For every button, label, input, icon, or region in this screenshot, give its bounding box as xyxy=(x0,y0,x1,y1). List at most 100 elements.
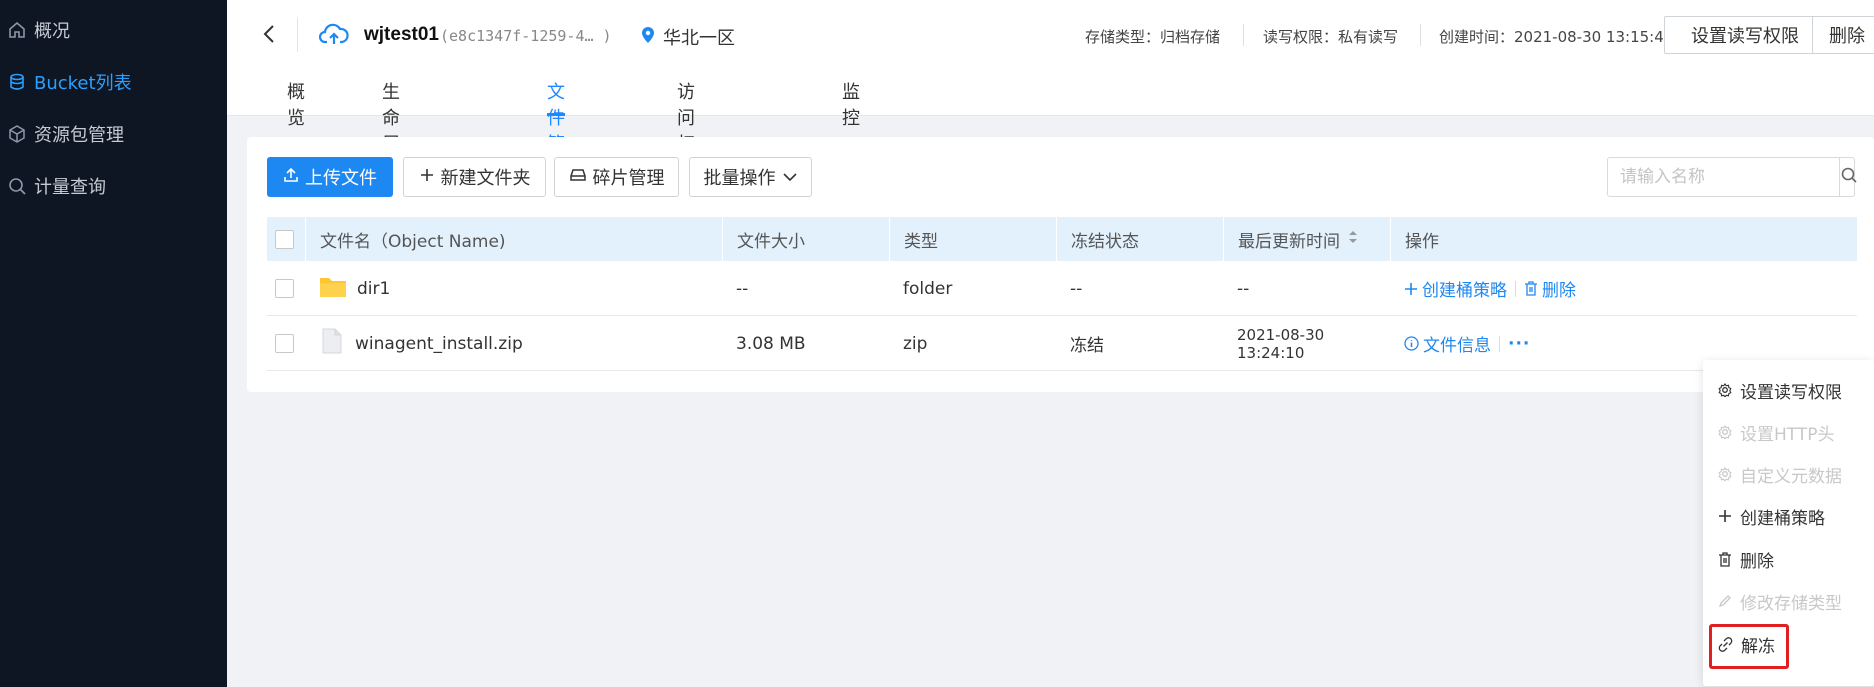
menu-item-change-storage-type[interactable]: 修改存储类型 xyxy=(1718,584,1842,618)
search-box xyxy=(1607,157,1858,197)
file-info-label: 文件信息 xyxy=(1423,336,1491,356)
back-arrow-icon[interactable] xyxy=(259,22,281,46)
divider xyxy=(297,18,298,52)
menu-item-label: 自定义元数据 xyxy=(1740,466,1842,487)
row-checkbox[interactable] xyxy=(275,334,294,353)
type-cell: folder xyxy=(903,278,953,299)
tab-file-management[interactable]: 文件管理 xyxy=(547,78,565,181)
size-cell: 3.08 MB xyxy=(736,333,806,354)
trash-icon xyxy=(1719,551,1731,567)
home-icon xyxy=(0,20,34,40)
delete-bucket-button[interactable]: 删除 xyxy=(1812,16,1874,54)
sort-icon[interactable] xyxy=(1348,229,1358,249)
actions-cell: 创建桶策略 删除 xyxy=(1390,261,1857,316)
fragments-button[interactable]: 碎片管理 xyxy=(554,157,679,197)
gear-icon xyxy=(1718,425,1732,439)
sidebar-item-resource-packages[interactable]: 资源包管理 xyxy=(0,108,227,160)
column-header-updated-label: 最后更新时间 xyxy=(1238,231,1340,252)
database-icon xyxy=(0,72,34,92)
create-policy-label: 创建桶策略 xyxy=(1422,281,1507,301)
menu-item-custom-metadata[interactable]: 自定义元数据 xyxy=(1718,457,1842,491)
batch-label: 批量操作 xyxy=(703,168,776,189)
sidebar-item-overview[interactable]: 概况 xyxy=(0,4,227,56)
bucket-header: wjtest01 (e8c1347f-1259-4… ) 华北一区 存储类型：归… xyxy=(227,0,1874,233)
menu-item-label: 修改存储类型 xyxy=(1740,593,1842,614)
menu-item-set-http-header[interactable]: 设置HTTP头 xyxy=(1718,415,1835,449)
select-all-checkbox[interactable] xyxy=(275,229,294,249)
sidebar-item-label: 资源包管理 xyxy=(34,125,124,146)
permission-info: 读写权限：私有读写 xyxy=(1263,28,1399,46)
sidebar-item-label: Bucket列表 xyxy=(34,73,132,94)
select-all-cell xyxy=(267,217,305,261)
delete-action[interactable]: 删除 xyxy=(1524,276,1576,301)
file-icon xyxy=(319,328,343,359)
sidebar-item-label: 计量查询 xyxy=(34,177,106,198)
updated-cell: -- xyxy=(1237,278,1250,299)
folder-icon xyxy=(319,274,347,303)
tab-lifecycle[interactable]: 生命周期管理 xyxy=(382,78,400,233)
menu-item-create-policy[interactable]: 创建桶策略 xyxy=(1718,499,1825,533)
sidebar-item-metering[interactable]: 计量查询 xyxy=(0,160,227,212)
batch-operations-dropdown[interactable]: 批量操作 xyxy=(689,157,812,197)
upload-button[interactable]: 上传文件 xyxy=(267,157,393,197)
frozen-cell: -- xyxy=(1070,278,1083,299)
menu-item-set-permission[interactable]: 设置读写权限 xyxy=(1718,373,1842,407)
menu-item-label: 设置HTTP头 xyxy=(1740,424,1835,445)
search-button[interactable] xyxy=(1839,158,1858,196)
frozen-cell: 冻结 xyxy=(1070,336,1104,356)
row-checkbox-cell xyxy=(267,316,305,371)
sidebar-item-label: 概况 xyxy=(34,21,70,42)
divider xyxy=(1243,24,1244,46)
column-header-updated[interactable]: 最后更新时间 xyxy=(1223,217,1390,261)
location-pin-icon xyxy=(641,26,655,48)
highlight-box xyxy=(1709,624,1789,669)
file-name-link[interactable]: dir1 xyxy=(357,279,390,299)
region-label: 华北一区 xyxy=(663,28,735,49)
file-name-link[interactable]: winagent_install.zip xyxy=(355,334,523,354)
column-header-actions: 操作 xyxy=(1390,217,1857,261)
chevron-down-icon xyxy=(782,167,798,188)
file-info-action[interactable]: 文件信息 xyxy=(1404,331,1491,356)
divider xyxy=(1499,335,1500,352)
divider xyxy=(1515,280,1516,297)
delete-label: 删除 xyxy=(1542,281,1576,301)
menu-item-label: 删除 xyxy=(1740,551,1774,572)
table-row: dir1 -- folder -- -- 创建桶策略 删除 xyxy=(267,261,1857,316)
gear-icon xyxy=(1718,467,1732,481)
set-permission-button[interactable]: 设置读写权限 xyxy=(1664,16,1826,54)
tab-access-control[interactable]: 访问权限控制 xyxy=(677,78,695,233)
column-header-type: 类型 xyxy=(889,217,1056,261)
menu-item-delete[interactable]: 删除 xyxy=(1718,542,1774,576)
type-cell: zip xyxy=(903,333,928,354)
more-actions-button[interactable]: ··· xyxy=(1508,334,1530,354)
new-folder-label: 新建文件夹 xyxy=(440,168,531,189)
table-header: 文件名（Object Name) 文件大小 类型 冻结状态 最后更新时间 操作 xyxy=(267,217,1857,261)
upload-icon xyxy=(283,167,299,188)
table-row: winagent_install.zip 3.08 MB zip 冻结 2021… xyxy=(267,316,1857,371)
menu-item-label: 设置读写权限 xyxy=(1740,382,1842,403)
column-header-frozen: 冻结状态 xyxy=(1056,217,1223,261)
plus-icon xyxy=(1405,282,1417,295)
info-icon xyxy=(1404,336,1419,351)
create-policy-action[interactable]: 创建桶策略 xyxy=(1404,276,1507,301)
created-time: 创建时间：2021-08-30 13:15:45 xyxy=(1439,28,1674,46)
row-checkbox[interactable] xyxy=(275,279,294,298)
sidebar-item-bucket-list[interactable]: Bucket列表 xyxy=(0,56,227,108)
tab-overview[interactable]: 概览 xyxy=(287,78,305,129)
sidebar: 概况 Bucket列表 资源包管理 计量查询 xyxy=(0,0,227,687)
bucket-name: wjtest01 xyxy=(364,24,439,45)
size-cell: -- xyxy=(736,278,749,299)
search-icon xyxy=(1840,166,1858,188)
disk-icon xyxy=(569,167,587,188)
upload-label: 上传文件 xyxy=(305,168,377,189)
bucket-id: (e8c1347f-1259-4… ) xyxy=(440,27,612,45)
search-input[interactable] xyxy=(1608,158,1839,196)
row-checkbox-cell xyxy=(267,261,305,316)
name-cell: dir1 xyxy=(305,261,722,316)
plus-icon xyxy=(1719,510,1731,522)
tab-monitoring[interactable]: 监控 xyxy=(842,78,860,129)
search-icon xyxy=(0,176,34,196)
gear-icon xyxy=(1718,383,1732,397)
column-header-size: 文件大小 xyxy=(722,217,889,261)
new-folder-button[interactable]: 新建文件夹 xyxy=(403,157,546,197)
